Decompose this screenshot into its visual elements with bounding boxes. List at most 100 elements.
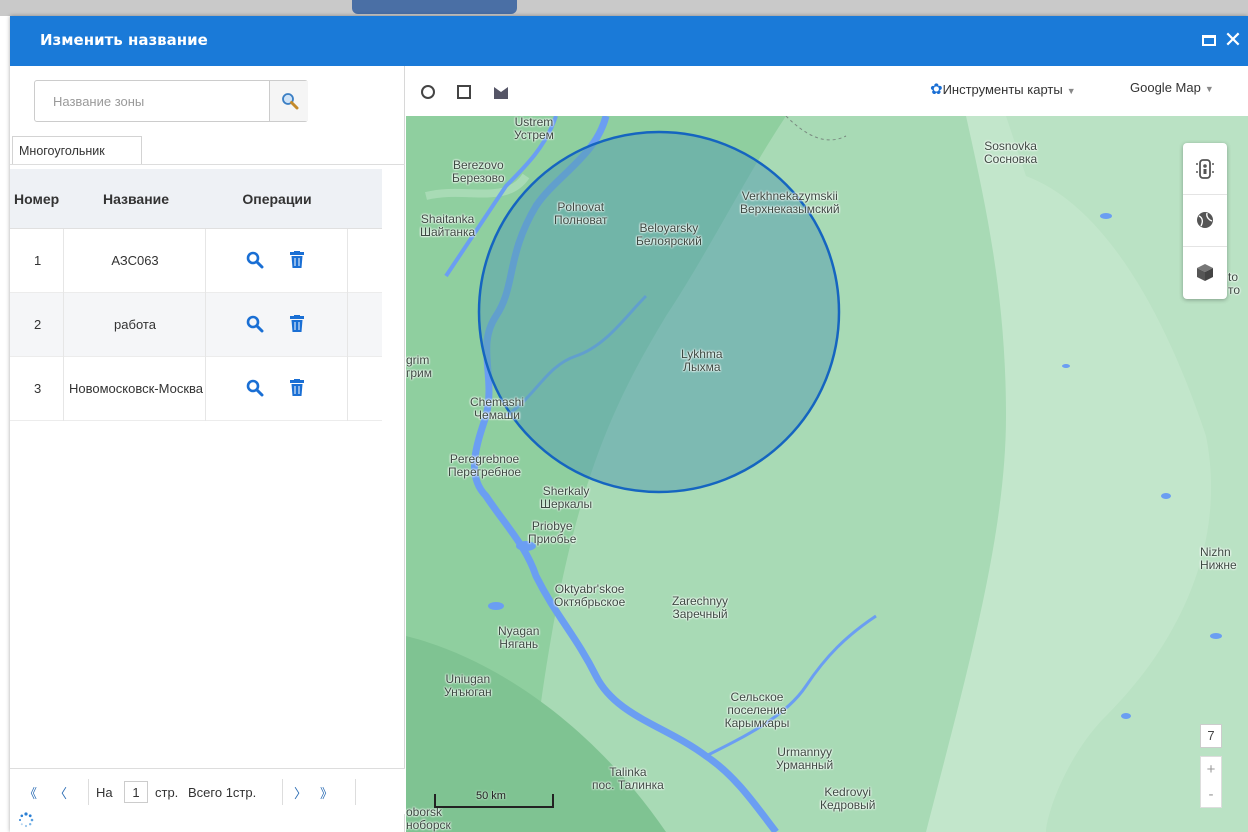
- row-operations: [206, 229, 348, 293]
- pager-separator: [355, 779, 356, 805]
- zone-search: [34, 80, 308, 122]
- map-label: Beloyarsky Белоярский: [636, 221, 702, 248]
- zoom-level: 7: [1200, 724, 1222, 748]
- column-header-number[interactable]: Номер: [10, 169, 64, 229]
- column-header-name[interactable]: Название: [66, 169, 206, 229]
- loading-spinner-icon: [19, 812, 34, 828]
- map-label: Polnovat Полноват: [554, 200, 608, 227]
- map-terrain: [406, 116, 1248, 832]
- map-toolbar: ✿Инструменты карты ▼ Google Map ▼: [406, 66, 1248, 116]
- row-number: 1: [10, 229, 64, 293]
- gear-icon: ✿: [930, 81, 943, 98]
- search-button[interactable]: [269, 81, 308, 121]
- globe-button[interactable]: [1183, 195, 1227, 247]
- pager-separator: [88, 779, 89, 805]
- 3d-view-button[interactable]: [1183, 247, 1227, 299]
- close-icon[interactable]: ✕: [1222, 29, 1244, 51]
- tab-divider: [10, 164, 405, 165]
- map-label: Peregrebnoe Перегребное: [448, 452, 522, 479]
- map-source-dropdown[interactable]: Google Map ▼: [1130, 80, 1214, 95]
- chevron-down-icon: ▼: [1066, 86, 1076, 96]
- chevron-left-icon[interactable]: 〈: [54, 783, 67, 802]
- double-chevron-right-icon[interactable]: 》: [320, 783, 333, 802]
- zoom-out-button[interactable]: -: [1201, 782, 1221, 807]
- zoom-controls: + -: [1200, 756, 1222, 808]
- dialog-title: Изменить название: [40, 31, 208, 49]
- row-name: Новомосковск-Москва: [65, 357, 206, 421]
- map-controls: [1183, 143, 1227, 299]
- map-label: Berezovo Березово: [452, 158, 505, 185]
- magnifier-icon[interactable]: [246, 251, 264, 269]
- map-label: Talinka пос. Талинка: [592, 765, 664, 792]
- table-header: Номер Название Операции: [10, 169, 382, 229]
- map-label: Zarechnyy Заречный: [672, 594, 729, 621]
- zoom-in-button[interactable]: +: [1201, 757, 1221, 782]
- magnifier-icon[interactable]: [246, 315, 264, 333]
- pager-separator: [282, 779, 283, 805]
- magnifier-icon[interactable]: [246, 379, 264, 397]
- map-label: Nyagan Нягань: [498, 624, 540, 651]
- map-label: oborsk нобоpcк: [406, 805, 451, 832]
- map-label: Oktyabr'skoe Октябрьское: [554, 582, 626, 609]
- page-total: Всего 1стр.: [188, 785, 257, 800]
- zone-list-panel: Многоугольник Номер Название Операции 1 …: [10, 66, 405, 832]
- zone-name-search-input[interactable]: [35, 81, 269, 121]
- zone-circle[interactable]: [477, 130, 841, 494]
- trash-icon[interactable]: [289, 315, 305, 333]
- map-label: Ustrem Устрем: [514, 116, 554, 142]
- chevron-right-icon[interactable]: 〉: [294, 783, 307, 802]
- map-label: Chemashi Чемаши: [470, 395, 525, 422]
- street-view-button[interactable]: [1183, 143, 1227, 195]
- globe-icon: [1197, 212, 1213, 228]
- search-icon: [282, 93, 299, 110]
- map-label: Uniugan Унъюган: [444, 672, 492, 699]
- row-number: 3: [10, 357, 64, 421]
- trash-icon[interactable]: [289, 379, 305, 397]
- circle-tool-icon[interactable]: [420, 84, 436, 100]
- row-number: 2: [10, 293, 64, 357]
- trash-icon[interactable]: [289, 251, 305, 269]
- map-label: Nizhn Нижне: [1200, 545, 1237, 572]
- map-canvas[interactable]: Ustrem Устрем Berezovo Березово Polnovat По…: [406, 116, 1248, 832]
- maximize-icon[interactable]: [1198, 29, 1220, 51]
- scale-bar: 50 km: [434, 790, 554, 808]
- table-row[interactable]: 3 Новомосковск-Москва: [10, 357, 382, 421]
- map-label: Sherkaly Шеркалы: [540, 484, 593, 511]
- map-tools-menu[interactable]: ✿Инструменты карты ▼: [930, 80, 1076, 98]
- rectangle-tool-icon[interactable]: [456, 84, 472, 100]
- row-name: работа: [65, 293, 206, 357]
- dialog-titlebar: Изменить название ✕: [10, 16, 1248, 66]
- pagination-bar: 《 〈 На стр. Всего 1стр. 〉 》: [10, 768, 405, 814]
- map-label: Сельское поселение Карымкары: [724, 690, 790, 730]
- map-label: Verkhnekazymskii Верхнеказымский: [740, 189, 840, 216]
- table-row[interactable]: 2 работа: [10, 293, 382, 357]
- map-tools-label: Инструменты карты: [942, 82, 1063, 97]
- map-label: Priobye Приобье: [528, 519, 577, 546]
- zone-table: Номер Название Операции 1 АЗС063 2 работ…: [10, 169, 382, 421]
- page-number-input[interactable]: [124, 781, 148, 803]
- table-row[interactable]: 1 АЗС063: [10, 229, 382, 293]
- column-header-operations: Операции: [242, 191, 312, 207]
- page-prefix: На: [96, 785, 113, 800]
- edit-name-dialog: Изменить название ✕ Многоугольник Номер …: [10, 16, 1248, 832]
- page-suffix: стр.: [155, 785, 179, 800]
- polygon-tool-icon[interactable]: [492, 84, 510, 100]
- double-chevron-left-icon[interactable]: 《: [24, 783, 37, 802]
- map-label: Sosnovka Сосновка: [984, 139, 1038, 166]
- map-source-label: Google Map: [1130, 80, 1201, 95]
- map-label: Kedrovyi Кедровый: [820, 785, 876, 812]
- row-operations: [206, 293, 348, 357]
- browser-strip: [0, 0, 1248, 16]
- 3d-cube-icon: [1197, 264, 1213, 281]
- map-label: Shaitanka Шайтанка: [420, 212, 476, 239]
- scale-label: 50 km: [476, 790, 506, 802]
- tab-polygon[interactable]: Многоугольник: [12, 136, 142, 164]
- background-tab: [352, 0, 517, 14]
- chevron-down-icon: ▼: [1204, 84, 1214, 94]
- street-view-icon: [1196, 159, 1214, 179]
- map-label: Lykhma Лыхма: [681, 347, 723, 374]
- map-label: Urmannyy Урманный: [776, 745, 834, 772]
- row-name: АЗС063: [65, 229, 206, 293]
- row-operations: [206, 357, 348, 421]
- map-label: to то: [1228, 270, 1241, 297]
